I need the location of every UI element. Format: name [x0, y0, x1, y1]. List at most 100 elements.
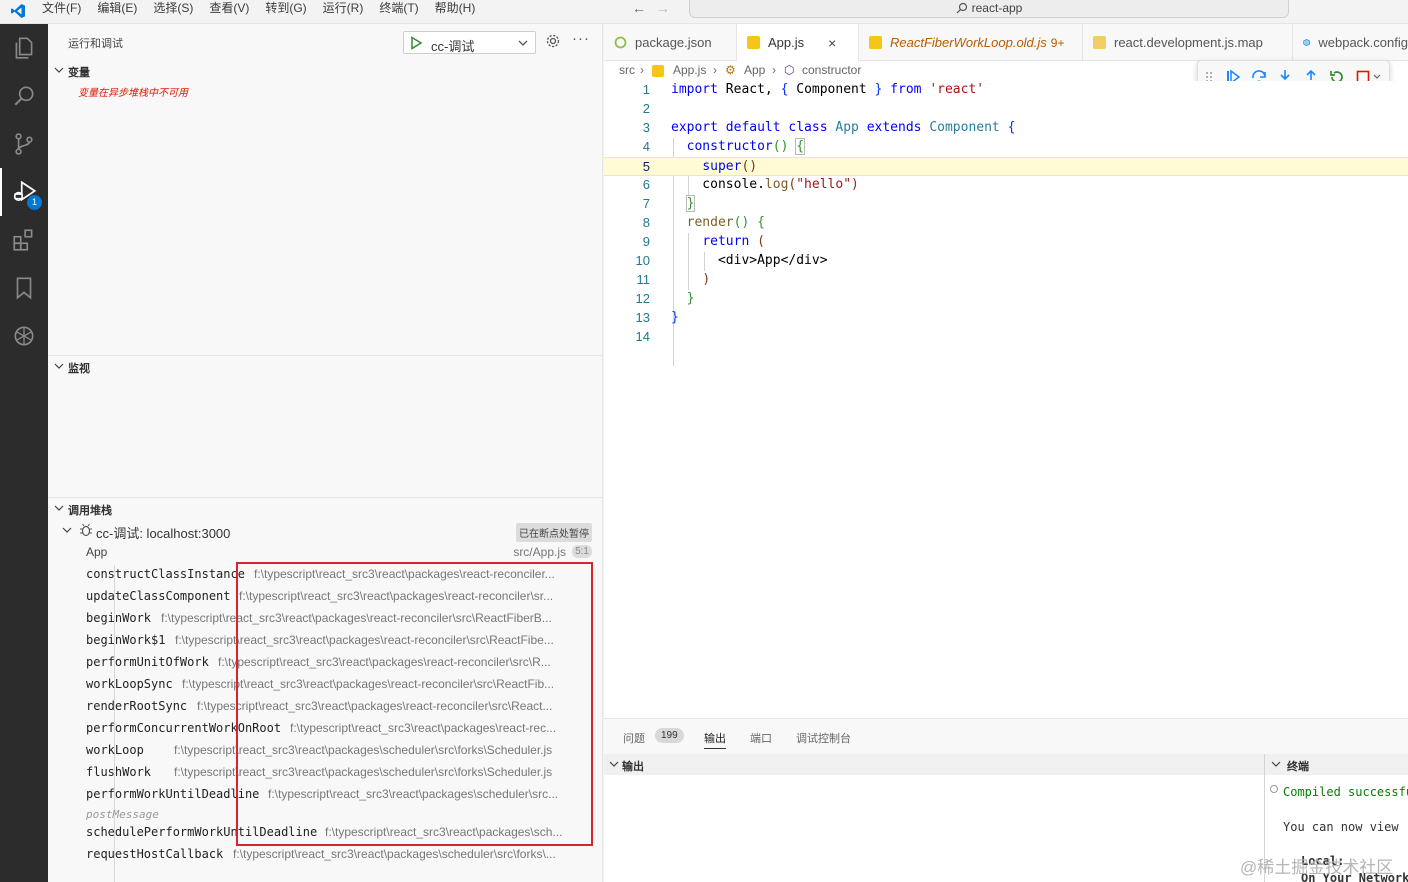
terminal-header[interactable]: 终端	[1265, 754, 1408, 775]
stack-frame[interactable]: requestHostCallback f:\typescript\react_…	[48, 843, 602, 865]
panel-tabs: 问题 199 输出 端口 调试控制台	[604, 719, 1408, 754]
stack-frame[interactable]: schedulePerformWorkUntilDeadline f:\type…	[48, 821, 602, 843]
frame-path: f:\typescript\react_src3\react\packages\…	[182, 677, 555, 691]
terminal-line: You can now view react-app in the browse…	[1283, 820, 1408, 834]
menu-view[interactable]: 查看(V)	[201, 0, 257, 20]
tab-ports[interactable]: 端口	[750, 730, 772, 746]
close-icon[interactable]: ×	[828, 35, 836, 51]
search-icon[interactable]	[0, 72, 48, 120]
frame-path: f:\typescript\react_src3\react\packages\…	[218, 655, 551, 669]
class-icon: ⚙	[725, 63, 736, 77]
chevron-down-icon	[54, 363, 64, 369]
menu-go[interactable]: 转到(G)	[257, 0, 314, 20]
source-control-icon[interactable]	[0, 120, 48, 168]
tab-react-development-map[interactable]: react.development.js.map	[1083, 24, 1293, 61]
debug-session-row[interactable]: cc-调试: localhost:3000 已在断点处暂停	[48, 521, 602, 542]
frame-path: f:\typescript\react_src3\react\packages\…	[197, 699, 553, 713]
frame-function: beginWork$1	[86, 633, 166, 647]
code-editor[interactable]: 1 import React, { Component } from 'react…	[604, 81, 1408, 718]
back-arrow-icon[interactable]: ←	[632, 0, 646, 16]
chevron-down-icon	[518, 40, 528, 46]
menu-edit[interactable]: 编辑(E)	[89, 0, 145, 20]
frame-function: renderRootSync	[86, 699, 188, 713]
tab-output[interactable]: 输出	[704, 730, 726, 749]
line-number: 6	[642, 177, 650, 192]
stack-frame[interactable]: workLoopSync f:\typescript\react_src3\re…	[48, 673, 602, 695]
code-text: import React, { Component } from 'react'	[671, 82, 985, 97]
command-center[interactable]: react-app	[689, 0, 1289, 18]
stack-frame[interactable]: beginWork f:\typescript\react_src3\react…	[48, 607, 602, 629]
extensions-icon[interactable]	[0, 216, 48, 264]
menu-file[interactable]: 文件(F)	[34, 0, 89, 20]
frame-function: flushWork	[86, 765, 152, 779]
run-debug-icon[interactable]: 1	[0, 168, 48, 216]
tab-debug-console[interactable]: 调试控制台	[796, 730, 851, 746]
menu-run[interactable]: 运行(R)	[315, 0, 372, 20]
line-number: 3	[642, 120, 650, 135]
code-text: export default class App extends Compone…	[671, 120, 1016, 135]
debug-badge: 1	[27, 195, 42, 210]
menu-help[interactable]: 帮助(H)	[427, 0, 484, 20]
code-line: 1 import React, { Component } from 'react…	[604, 81, 1408, 100]
tab-problems[interactable]: 问题	[623, 730, 645, 746]
callstack-title: 调用堆栈	[68, 505, 112, 517]
start-debug-icon[interactable]	[409, 36, 423, 50]
callstack-section-header[interactable]: 调用堆栈	[48, 499, 602, 519]
menu-bar: 文件(F) 编辑(E) 选择(S) 查看(V) 转到(G) 运行(R) 终端(T…	[34, 0, 483, 24]
code-text: }	[685, 195, 696, 212]
stack-frame[interactable]: performUnitOfWork f:\typescript\react_sr…	[48, 651, 602, 673]
frame-function: requestHostCallback	[86, 847, 224, 861]
bookmark-icon[interactable]	[0, 264, 48, 312]
watch-section-header[interactable]: 监视	[48, 357, 602, 377]
stack-frame[interactable]: beginWork$1 f:\typescript\react_src3\rea…	[48, 629, 602, 651]
gear-icon[interactable]	[545, 33, 561, 49]
method-icon: ⬡	[784, 63, 795, 77]
js-file-icon	[652, 65, 664, 77]
stack-frame[interactable]: constructClassInstance f:\typescript\rea…	[48, 563, 602, 585]
menu-selection[interactable]: 选择(S)	[145, 0, 201, 20]
frame-function: workLoopSync	[86, 677, 173, 691]
frame-position-badge: 5:1	[572, 545, 592, 558]
stack-frame[interactable]: App src/App.js 5:1	[48, 541, 602, 563]
code-text: }	[686, 291, 695, 306]
line-number: 1	[642, 82, 650, 97]
breadcrumb-file[interactable]: App.js	[673, 63, 706, 77]
menu-terminal[interactable]: 终端(T)	[371, 0, 426, 20]
code-line: 9 return (	[604, 233, 1408, 252]
tab-reactfiberworkloop[interactable]: ReactFiberWorkLoop.old.js 9+	[859, 24, 1083, 61]
code-line: 12 }	[604, 290, 1408, 309]
explorer-icon[interactable]	[0, 24, 48, 72]
js-file-icon	[869, 36, 882, 49]
tab-app-js[interactable]: App.js ×	[737, 24, 859, 61]
variables-title: 变量	[68, 67, 90, 79]
stack-frame[interactable]: performWorkUntilDeadline f:\typescript\r…	[48, 783, 602, 805]
terminal-status-icon	[1270, 785, 1278, 793]
stack-frame[interactable]: flushWork f:\typescript\react_src3\react…	[48, 761, 602, 783]
code-line: 11 )	[604, 271, 1408, 290]
frame-path: f:\typescript\react_src3\react\packages\…	[254, 567, 555, 581]
launch-config-select[interactable]: cc-调试	[403, 31, 536, 54]
breadcrumb-method[interactable]: constructor	[802, 63, 861, 77]
stack-frame[interactable]: workLoop f:\typescript\react_src3\react\…	[48, 739, 602, 761]
stack-frame[interactable]: performConcurrentWorkOnRoot f:\typescrip…	[48, 717, 602, 739]
frame-path: src/App.js	[513, 545, 566, 559]
section-divider	[48, 497, 602, 498]
line-number: 12	[635, 291, 650, 306]
command-center-label: react-app	[971, 1, 1023, 15]
variables-section-header[interactable]: 变量	[48, 61, 602, 81]
chatgpt-icon[interactable]	[0, 312, 48, 360]
tab-package-json[interactable]: package.json	[604, 24, 737, 61]
code-text: constructor() {	[686, 138, 806, 155]
tab-webpack-config[interactable]: webpack.config	[1293, 24, 1408, 61]
call-stack-list: App src/App.js 5:1 constructClassInstanc…	[48, 541, 602, 865]
output-header[interactable]: 输出	[604, 754, 1264, 775]
more-actions-icon[interactable]: ···	[572, 30, 590, 47]
activity-bar: 1	[0, 24, 48, 882]
stack-frame[interactable]: renderRootSync f:\typescript\react_src3\…	[48, 695, 602, 717]
forward-arrow-icon[interactable]: →	[656, 0, 670, 16]
chevron-down-icon	[54, 505, 64, 511]
breadcrumb-src[interactable]: src	[619, 63, 635, 77]
output-view[interactable]	[604, 775, 1264, 882]
stack-frame[interactable]: updateClassComponent f:\typescript\react…	[48, 585, 602, 607]
breadcrumb-class[interactable]: App	[744, 63, 765, 77]
